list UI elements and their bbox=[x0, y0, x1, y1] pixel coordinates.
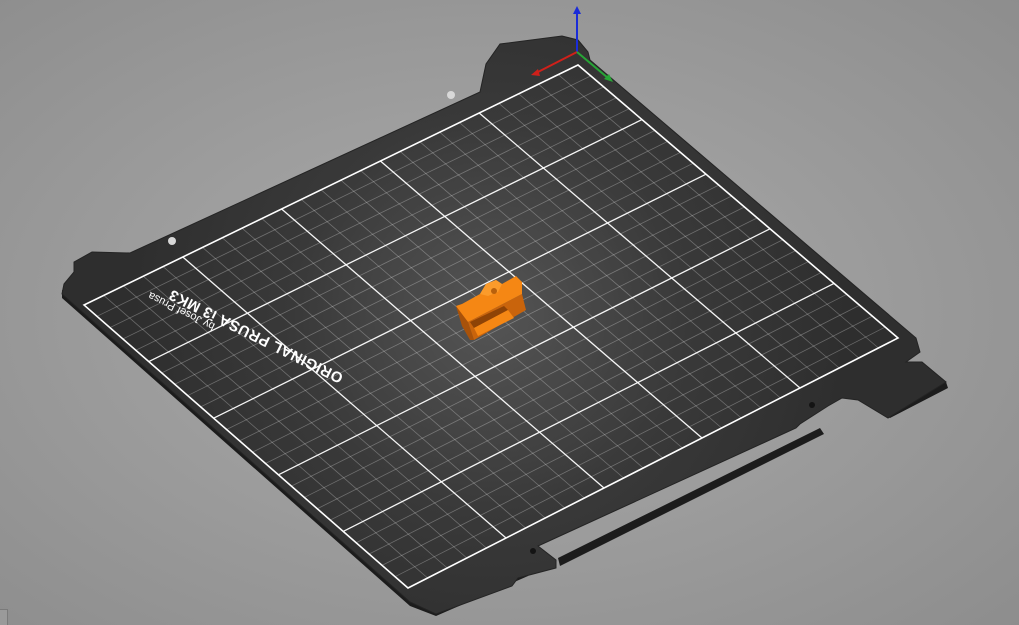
3d-viewport[interactable]: ORIGINAL PRUSA i3 MK3 by Josef Prusa bbox=[0, 0, 1019, 625]
bed-mount-hole bbox=[168, 237, 176, 245]
bed-mount-hole bbox=[809, 402, 815, 408]
3d-scene[interactable]: ORIGINAL PRUSA i3 MK3 by Josef Prusa bbox=[0, 0, 1019, 625]
sidebar-collapse-handle[interactable] bbox=[0, 609, 8, 625]
bed-mount-hole bbox=[530, 548, 536, 554]
bed-mount-hole bbox=[447, 91, 455, 99]
